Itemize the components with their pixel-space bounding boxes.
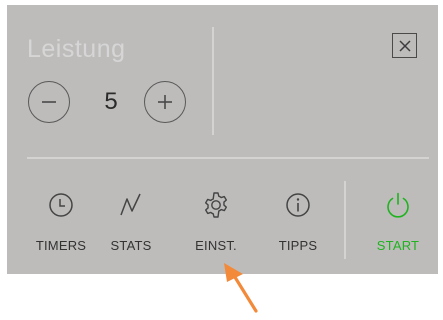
decrease-button[interactable] [28,81,70,123]
pointer-arrow-icon [224,263,258,313]
nav-item-start[interactable]: START [362,186,434,258]
nav-label-start: START [376,238,420,253]
nav-label-timers: TIMERS [35,238,87,253]
minus-icon [42,101,56,103]
nav-label-stats: STATS [110,238,152,253]
divider-horizontal [27,157,429,159]
increase-button[interactable] [144,81,186,123]
chart-line-icon [120,193,141,216]
nav-label-tips: TIPPS [278,238,318,253]
info-icon [286,193,310,217]
stepper-value: 5 [104,88,118,115]
plus-icon [158,95,172,109]
divider-vertical-bottom [344,181,346,259]
panel-title: Leistung [27,35,126,63]
nav-item-tips[interactable]: TIPPS [262,186,334,258]
power-icon [387,192,409,218]
nav-item-settings[interactable]: EINST. [180,186,252,258]
nav-label-settings: EINST. [195,238,237,253]
nav-item-stats[interactable]: STATS [95,186,167,258]
close-button[interactable] [392,33,417,58]
nav-item-timers[interactable]: TIMERS [25,186,97,258]
close-icon [398,39,411,52]
divider-vertical-top [212,27,214,135]
clock-icon [49,193,73,217]
gear-icon [205,192,227,218]
